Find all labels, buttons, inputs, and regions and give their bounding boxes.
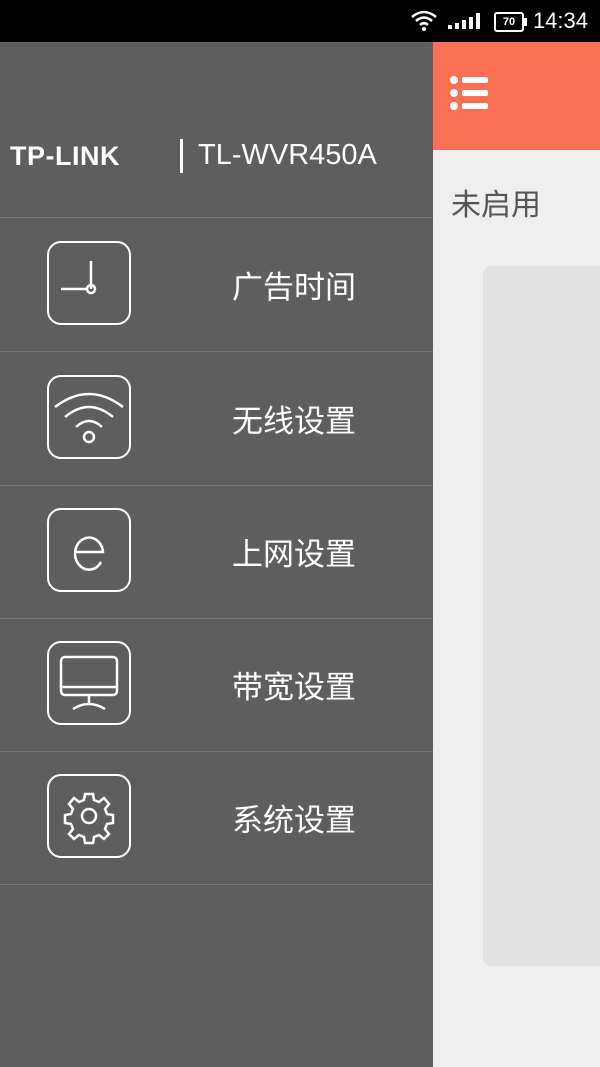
monitor-icon: [47, 641, 131, 725]
wifi-signal-icon: [411, 10, 437, 31]
menu-item-label: 上网设置: [232, 537, 356, 573]
menu-list-icon[interactable]: [449, 74, 493, 114]
menu-item-system-settings[interactable]: 系统设置: [0, 751, 433, 885]
status-time: 14:34: [532, 8, 588, 33]
menu-item-label: 广告时间: [232, 270, 356, 306]
menu-item-wireless-settings[interactable]: 无线设置: [0, 352, 433, 486]
device-model: TL-WVR450A: [198, 139, 377, 171]
menu-item-label: 带宽设置: [232, 670, 356, 706]
menu-item-internet-settings[interactable]: 上网设置: [0, 485, 433, 619]
gear-icon: [47, 774, 131, 858]
brand-separator: [180, 139, 183, 173]
status-label: 未启用: [451, 188, 541, 223]
menu-item-label: 无线设置: [232, 404, 356, 440]
status-bar: 70 14:34: [0, 0, 600, 42]
internet-e-icon: [47, 508, 131, 592]
wifi-icon: [47, 375, 131, 459]
cell-signal-icon: [448, 13, 480, 29]
navigation-drawer: TP-LINK TL-WVR450A 广告时间 无线设置 上网设置 带宽设置 系…: [0, 42, 433, 1067]
menu-item-ad-time[interactable]: 广告时间: [0, 218, 433, 352]
main-content: 未启用: [433, 42, 600, 1067]
menu-item-bandwidth-settings[interactable]: 带宽设置: [0, 618, 433, 752]
main-header: [433, 42, 600, 150]
brand-header: TP-LINK TL-WVR450A: [10, 139, 410, 179]
tp-link-logo: TP-LINK: [10, 141, 120, 171]
content-card: [483, 266, 600, 966]
clock-icon: [47, 241, 131, 325]
menu-item-label: 系统设置: [232, 803, 356, 839]
battery-indicator: 70: [494, 12, 527, 32]
